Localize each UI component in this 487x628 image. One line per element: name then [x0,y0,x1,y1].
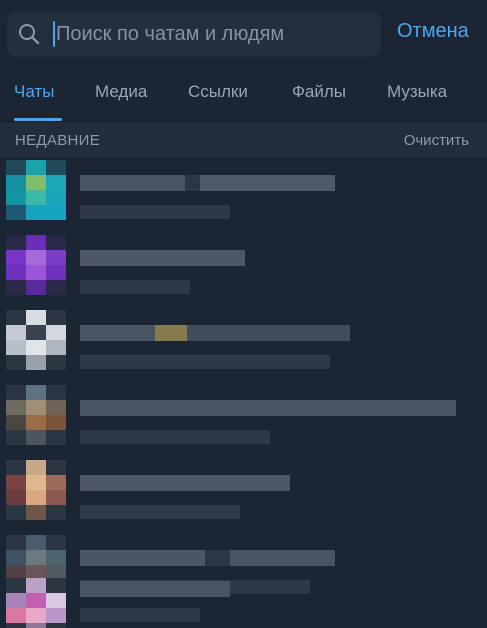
blurred-chat-name [80,550,335,566]
section-title: НЕДАВНИЕ [15,132,101,149]
avatar [6,460,66,520]
chat-item[interactable] [0,158,487,233]
avatar [6,310,66,370]
search-tabs: Чаты Медиа Ссылки Файлы Музыка [0,68,487,122]
search-icon [19,24,40,45]
search-field[interactable] [7,11,381,57]
tab-files[interactable]: Файлы [292,82,346,102]
recent-section-header: НЕДАВНИЕ Очистить [0,122,487,158]
tab-links[interactable]: Ссылки [188,82,248,102]
avatar [6,160,66,220]
blurred-chat-name [80,400,456,416]
tab-chats[interactable]: Чаты [14,82,54,102]
blurred-message-preview [80,280,190,294]
avatar [6,578,66,628]
text-cursor [53,21,55,47]
blurred-chat-name [80,475,290,491]
blurred-chat-name [80,250,245,266]
active-tab-indicator [14,118,62,121]
clear-recent-button[interactable]: Очистить [404,132,469,149]
chat-item[interactable] [0,383,487,458]
chat-item[interactable] [0,578,487,628]
avatar [6,385,66,445]
blurred-message-preview [80,430,270,444]
cancel-button[interactable]: Отмена [397,20,469,43]
chat-item[interactable] [0,308,487,383]
chat-item[interactable] [0,233,487,308]
avatar [6,235,66,295]
chat-item[interactable] [0,458,487,533]
blurred-chat-name [80,325,350,341]
blurred-message-preview [80,608,200,622]
search-bar: Отмена [0,0,487,68]
recent-chat-list [0,158,487,628]
blurred-chat-name [80,175,335,191]
blurred-message-preview [80,505,240,519]
search-input[interactable] [56,11,376,57]
blurred-message-preview [80,355,330,369]
blurred-chat-name [80,581,230,597]
tab-media[interactable]: Медиа [95,82,147,102]
blurred-message-preview [80,205,230,219]
tab-music[interactable]: Музыка [387,82,447,102]
